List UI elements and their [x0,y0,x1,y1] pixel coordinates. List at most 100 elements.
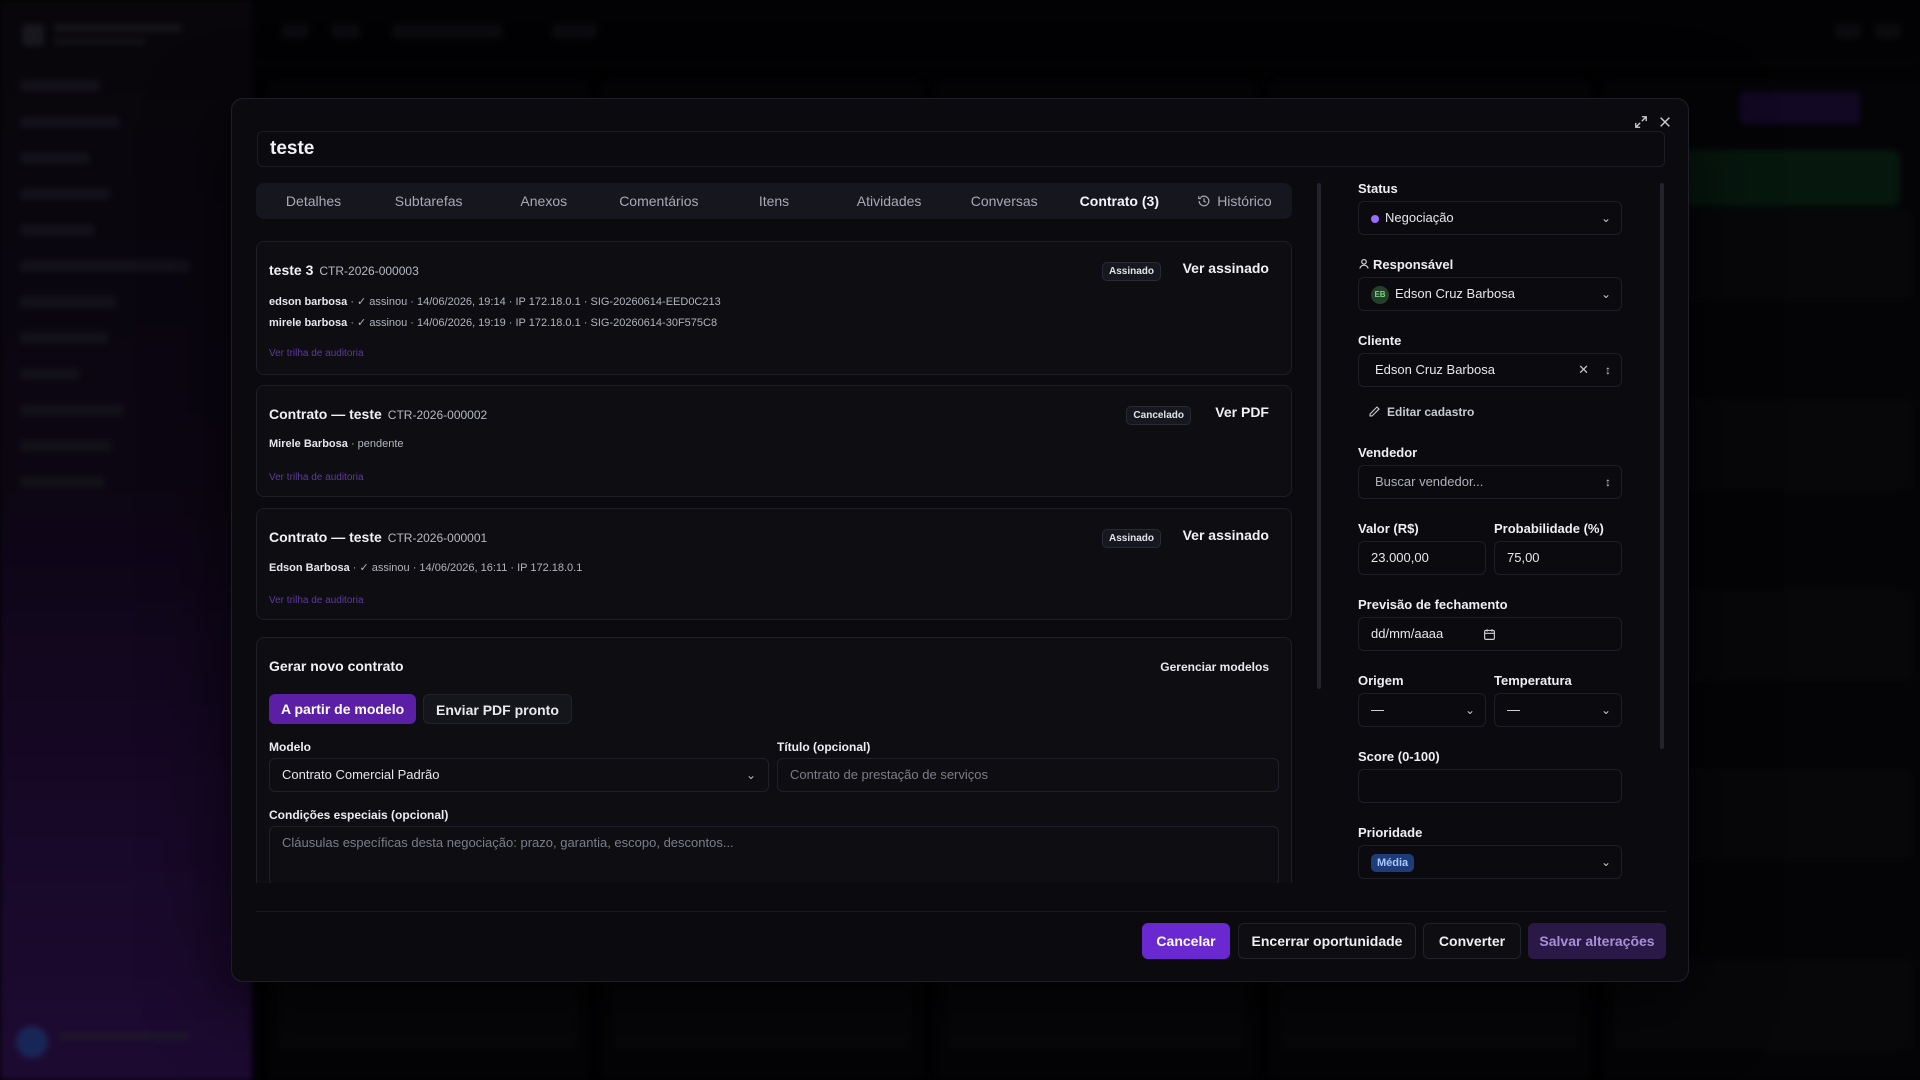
signer-name: mirele barbosa [269,317,348,329]
value-label: Valor (R$) [1358,521,1419,536]
score-input[interactable] [1358,769,1622,803]
conditions-textarea[interactable]: Cláusulas específicas desta negociação: … [269,826,1279,883]
owner-select[interactable]: EB Edson Cruz Barbosa ⌄ [1358,277,1622,311]
audit-trail-link[interactable]: Ver trilha de auditoria [269,348,364,359]
conditions-label: Condições especiais (opcional) [269,808,449,822]
expand-icon[interactable] [1632,113,1650,131]
status-badge: Cancelado [1126,406,1191,425]
convert-button[interactable]: Converter [1423,923,1521,959]
priority-select[interactable]: Média ⌄ [1358,845,1622,879]
edit-client-button[interactable]: Editar cadastro [1368,405,1474,419]
tab-label: Subtarefas [394,193,463,209]
conditions-placeholder: Cláusulas específicas desta negociação: … [282,835,734,850]
status-dot [1371,214,1379,223]
avatar: EB [1371,285,1389,304]
priority-badge: Média [1371,853,1415,872]
chevron-down-icon: ⌄ [1600,211,1611,225]
tab-label: Itens [758,193,790,209]
contract-name: teste 3 [269,262,314,278]
generate-title: Gerar novo contrato [269,658,404,674]
sort-icon: ↕ [1605,363,1611,377]
send-pdf-button[interactable]: Enviar PDF pronto [423,694,572,724]
tab-label: Anexos [520,193,568,209]
contract-title-input[interactable]: Contrato de prestação de serviços [777,758,1279,792]
side-scrollbar[interactable] [1660,183,1664,749]
status-select[interactable]: Negociação ⌄ [1358,201,1622,235]
tab-subtarefas[interactable]: Subtarefas [371,183,486,219]
tab-anexos[interactable]: Anexos [486,183,601,219]
owner-label: Responsável [1358,257,1453,272]
tab-historico[interactable]: Histórico [1177,183,1292,219]
temperature-value: — [1507,702,1520,717]
tab-atividades[interactable]: Atividades [832,183,947,219]
tab-bar: Detalhes Subtarefas Anexos Comentários I… [256,183,1292,219]
seller-label: Vendedor [1358,445,1418,460]
cancel-button[interactable]: Cancelar [1142,923,1230,959]
contract-code: CTR-2026-000002 [387,408,488,422]
chevron-down-icon: ⌄ [1464,703,1475,717]
model-value: Contrato Comercial Padrão [282,767,440,782]
view-signed-button[interactable]: Ver assinado [1183,260,1269,276]
model-label: Modelo [269,740,311,754]
save-changes-button[interactable]: Salvar alterações [1528,923,1666,959]
from-template-button[interactable]: A partir de modelo [269,694,417,724]
chevron-down-icon: ⌄ [1600,287,1611,301]
tab-label: Contrato (3) [1079,193,1159,209]
close-date-label: Previsão de fechamento [1358,597,1508,612]
view-signed-button[interactable]: Ver assinado [1183,527,1269,543]
tab-detalhes[interactable]: Detalhes [256,183,371,219]
seller-combobox[interactable]: Buscar vendedor... ↕ [1358,465,1622,499]
value-amount: 23.000,00 [1371,550,1429,565]
client-value: Edson Cruz Barbosa [1375,362,1495,377]
close-date-input[interactable]: dd/mm/aaaa [1358,617,1622,651]
calendar-icon[interactable] [1483,628,1496,641]
contract-card: Contrato — teste CTR-2026-000001 Assinado… [256,508,1292,620]
temperature-label: Temperatura [1494,673,1572,688]
audit-trail-link[interactable]: Ver trilha de auditoria [269,595,364,606]
signer-name: Edson Barbosa [269,562,350,574]
manage-templates-button[interactable]: Gerenciar modelos [1160,660,1269,674]
probability-label: Probabilidade (%) [1494,521,1604,536]
probability-input[interactable]: 75,00 [1494,541,1622,575]
origin-select[interactable]: — ⌄ [1358,693,1486,727]
seller-placeholder: Buscar vendedor... [1375,474,1484,489]
clear-icon[interactable]: ✕ [1578,354,1589,386]
chevron-down-icon: ⌄ [1600,703,1611,717]
model-select[interactable]: Contrato Comercial Padrão ⌄ [269,758,769,792]
value-input[interactable]: 23.000,00 [1358,541,1486,575]
tab-itens[interactable]: Itens [716,183,831,219]
status-badge: Assinado [1101,262,1161,281]
tab-label: Detalhes [285,193,342,209]
generate-contract-card: Gerar novo contrato Gerenciar modelos A … [256,637,1292,883]
temperature-select[interactable]: — ⌄ [1494,693,1622,727]
history-icon [1198,195,1210,207]
title-placeholder: Contrato de prestação de serviços [790,767,988,782]
contract-code: CTR-2026-000003 [319,264,419,278]
contract-code: CTR-2026-000001 [387,531,488,545]
opportunity-modal: teste Detalhes Subtarefas Anexos Comentá… [231,98,1689,982]
signature-row: edson barbosa · ✓ assinou · 14/06/2026, … [269,295,721,308]
contract-card: teste 3 CTR-2026-000003 Assinado Ver assi… [256,241,1292,375]
contract-name: Contrato — teste [269,406,382,422]
tab-contrato[interactable]: Contrato (3) [1062,183,1177,219]
tab-comentarios[interactable]: Comentários [601,183,716,219]
score-label: Score (0-100) [1358,749,1440,764]
probability-value: 75,00 [1507,550,1540,565]
opportunity-title-input[interactable]: teste [257,131,1665,167]
signature-detail: · ✓ assinou · 14/06/2026, 19:14 · IP 172… [350,296,721,308]
audit-trail-link[interactable]: Ver trilha de auditoria [269,472,364,483]
scrollbar[interactable] [1317,183,1321,689]
chevron-down-icon: ⌄ [1600,855,1611,869]
contract-panel: teste 3 CTR-2026-000003 Assinado Ver assi… [256,241,1292,883]
status-value: Negociação [1385,210,1454,225]
origin-label: Origem [1358,673,1404,688]
edit-client-label: Editar cadastro [1387,405,1475,419]
contract-title: Contrato — teste CTR-2026-000002 [269,406,487,422]
client-combobox[interactable]: Edson Cruz Barbosa ✕ ↕ [1358,353,1622,387]
tab-conversas[interactable]: Conversas [947,183,1062,219]
tab-label: Comentários [619,193,699,209]
close-opportunity-button[interactable]: Encerrar oportunidade [1238,923,1416,959]
close-icon[interactable] [1656,113,1674,131]
title-label: Título (opcional) [777,740,871,754]
view-pdf-button[interactable]: Ver PDF [1215,404,1269,420]
